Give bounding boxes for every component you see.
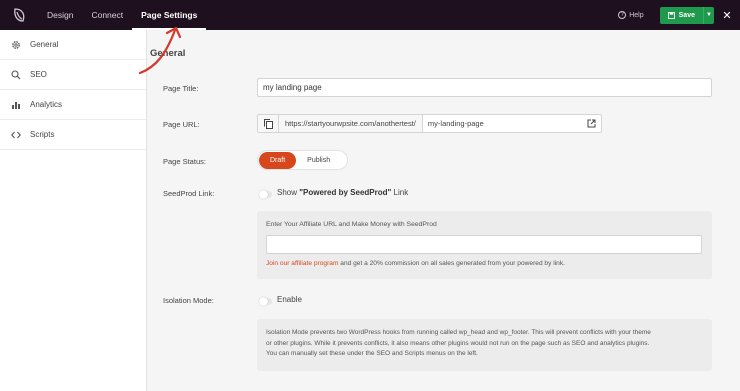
- affiliate-url-label: Enter Your Affiliate URL and Make Money …: [266, 221, 437, 228]
- url-prefix: https://startyourwpsite.com/anothertest/: [279, 115, 423, 132]
- isolation-mode-toggle[interactable]: [259, 297, 272, 306]
- page-status-label: Page Status:: [163, 157, 206, 166]
- help-label: Help: [629, 11, 644, 19]
- tab-page-settings[interactable]: Page Settings: [132, 0, 207, 30]
- help-button[interactable]: ? Help: [618, 11, 644, 19]
- bar-chart-icon: [11, 100, 21, 110]
- sidebar-item-label: Analytics: [30, 100, 63, 109]
- sidebar-item-analytics[interactable]: Analytics: [0, 90, 146, 120]
- affiliate-note: Join our affiliate program and get a 20%…: [266, 260, 565, 267]
- sidebar-item-label: General: [30, 40, 59, 49]
- sidebar-item-general[interactable]: General: [0, 30, 146, 60]
- affiliate-program-link[interactable]: Join our affiliate program: [266, 260, 338, 267]
- sidebar-item-scripts[interactable]: Scripts: [0, 120, 146, 150]
- copy-icon: [263, 118, 273, 129]
- isolation-mode-description: Isolation Mode prevents two WordPress ho…: [266, 329, 651, 357]
- status-draft-option[interactable]: Draft: [259, 151, 297, 169]
- save-label: Save: [678, 11, 695, 19]
- page-settings-panel: General Page Title: my landing page Page…: [148, 30, 740, 391]
- seedprod-logo-icon[interactable]: [0, 0, 38, 30]
- save-button[interactable]: Save: [660, 11, 703, 19]
- page-title-label: Page Title:: [163, 84, 199, 93]
- tab-connect[interactable]: Connect: [82, 0, 132, 30]
- isolation-mode-label: Isolation Mode:: [163, 296, 214, 305]
- external-link-icon: [587, 119, 595, 128]
- code-icon: [11, 130, 21, 140]
- sidebar-item-seo[interactable]: SEO: [0, 60, 146, 90]
- status-publish-option[interactable]: Publish: [296, 152, 341, 169]
- affiliate-url-input[interactable]: [266, 235, 702, 254]
- search-icon: [11, 69, 21, 80]
- tab-design[interactable]: Design: [38, 0, 82, 30]
- open-url-button[interactable]: [581, 115, 601, 132]
- seedprod-link-toggle[interactable]: [259, 190, 272, 199]
- affiliate-panel: Enter Your Affiliate URL and Make Money …: [257, 211, 712, 279]
- gear-icon: [11, 40, 21, 50]
- page-url-label: Page URL:: [163, 120, 200, 129]
- settings-sidebar: General SEO Analytics Scripts: [0, 30, 147, 391]
- page-status-toggle: Draft Publish: [257, 150, 348, 170]
- isolation-mode-toggle-label: Enable: [277, 295, 302, 304]
- top-bar: Design Connect Page Settings ? Help Save…: [0, 0, 740, 30]
- page-title-input[interactable]: my landing page: [257, 78, 712, 97]
- sidebar-item-label: Scripts: [30, 130, 55, 139]
- close-icon[interactable]: ✕: [714, 9, 740, 22]
- save-button-group: Save ▼: [659, 6, 714, 24]
- page-url-field: https://startyourwpsite.com/anothertest/…: [257, 114, 602, 133]
- save-disk-icon: [667, 11, 675, 19]
- sidebar-item-label: SEO: [30, 70, 47, 79]
- seedprod-link-toggle-label: Show "Powered by SeedProd" Link: [277, 188, 409, 197]
- save-options-dropdown[interactable]: ▼: [703, 6, 714, 24]
- seedprod-link-label: SeedProd Link:: [163, 189, 215, 198]
- chevron-down-icon: ▼: [706, 12, 712, 18]
- section-title: General: [150, 48, 186, 59]
- isolation-mode-info-panel: Isolation Mode prevents two WordPress ho…: [257, 319, 712, 371]
- copy-url-button[interactable]: [258, 115, 279, 132]
- help-icon: ?: [618, 11, 627, 19]
- url-slug-input[interactable]: my-landing-page: [423, 115, 581, 132]
